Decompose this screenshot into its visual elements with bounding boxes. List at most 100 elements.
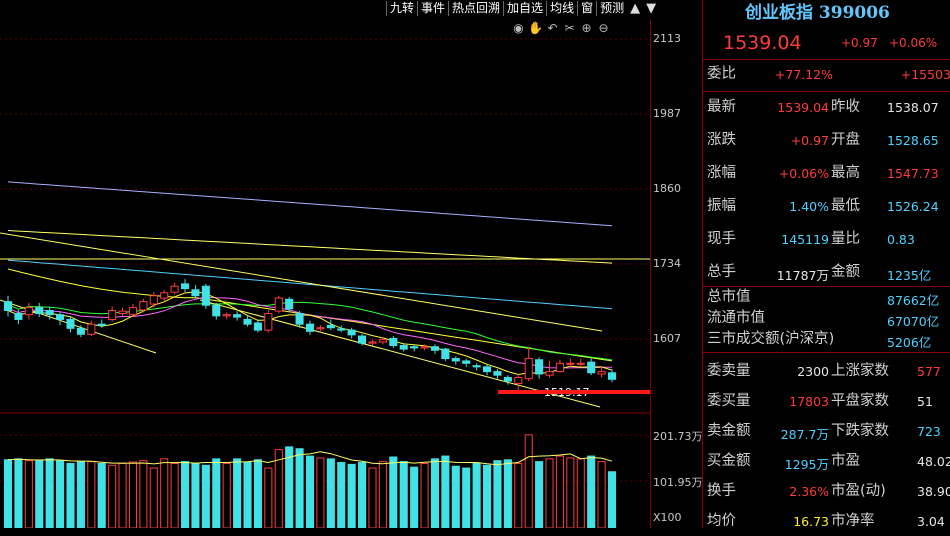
quote-value: 1.40% bbox=[789, 199, 829, 214]
webi-label: 委比 bbox=[707, 66, 736, 82]
undo-icon[interactable]: ↶ bbox=[544, 20, 561, 37]
volume-bar bbox=[87, 461, 96, 528]
market-row: 三市成交额(沪深京) bbox=[707, 329, 834, 349]
candle-body bbox=[139, 301, 148, 311]
stat-label: 委卖量 bbox=[707, 363, 751, 379]
stat-value-2: 51 bbox=[917, 394, 933, 409]
stat-row: 换手 bbox=[707, 476, 736, 506]
volume-bar bbox=[472, 462, 481, 528]
quote-value-2: 1526.24 bbox=[887, 199, 939, 214]
candle-body bbox=[587, 361, 596, 374]
zoom-out-icon[interactable]: ⊖ bbox=[595, 20, 612, 37]
volume-bar bbox=[358, 462, 367, 528]
candle-body bbox=[14, 313, 23, 320]
price-axis-tick: 2113 bbox=[653, 32, 681, 45]
volume-bar bbox=[347, 463, 356, 528]
chart-toolbar: 九转 事件 热点回溯 加自选 均线窗预测 ▲ ▼ bbox=[386, 0, 659, 17]
volume-bar bbox=[378, 461, 387, 528]
candle-body bbox=[76, 327, 85, 335]
candle-body bbox=[222, 314, 231, 317]
hand-icon[interactable]: ✋ bbox=[527, 20, 544, 37]
quote-row: 现手 bbox=[707, 224, 736, 254]
stat-row: 买金额 bbox=[707, 446, 751, 476]
quote-value: +0.06% bbox=[778, 166, 829, 181]
ma120-line bbox=[7, 230, 613, 264]
stat-label-2: 市净率 bbox=[831, 513, 875, 529]
stat-row: 均价 bbox=[707, 506, 736, 536]
toolbar-item-5[interactable]: 窗 bbox=[577, 1, 596, 16]
volume-bar bbox=[493, 460, 502, 528]
volume-axis-tick: 201.73万 bbox=[653, 430, 703, 443]
stat-value-2: 577 bbox=[917, 364, 941, 379]
candle-body bbox=[274, 297, 283, 312]
stat-value-2: 3.04 bbox=[917, 514, 945, 529]
webi-value: +77.12% bbox=[774, 67, 833, 82]
toolbar-item-4[interactable]: 均线 bbox=[546, 1, 577, 16]
quote-label: 总手 bbox=[707, 264, 736, 280]
candle-body bbox=[555, 362, 564, 373]
candle-body bbox=[87, 323, 96, 335]
kline-chart[interactable]: 1519.17 bbox=[0, 0, 650, 528]
candle-body bbox=[597, 371, 606, 375]
quote-label-2: 金额 bbox=[831, 264, 860, 280]
zoom-in-icon[interactable]: ⊕ bbox=[578, 20, 595, 37]
candle-body bbox=[180, 283, 190, 290]
volume-bar bbox=[170, 462, 179, 528]
toolbar-item-6[interactable]: 预测 bbox=[596, 1, 627, 16]
toolbar-item-1[interactable]: 事件 bbox=[417, 1, 448, 16]
toolbar-item-0[interactable]: 九转 bbox=[386, 1, 417, 16]
stat-label-2: 上涨家数 bbox=[831, 363, 889, 379]
volume-bar bbox=[295, 448, 304, 528]
kline-chart-area[interactable]: 1519.17 九转事件热点回溯加自选均线窗预测▲▼ ◉✋↶✂⊕⊖ bbox=[0, 0, 656, 528]
market-label: 总市值 bbox=[707, 289, 751, 305]
scroll-up-button[interactable]: ▲ bbox=[627, 1, 643, 16]
volume-bar bbox=[545, 458, 554, 528]
volume-bar bbox=[201, 464, 210, 528]
candle-body bbox=[253, 322, 262, 331]
toolbar-item-3[interactable]: 加自选 bbox=[503, 1, 546, 16]
volume-bar bbox=[535, 461, 544, 528]
toolbar-item-2[interactable]: 热点回溯 bbox=[448, 1, 503, 16]
volume-bar bbox=[45, 458, 54, 528]
candle-body bbox=[285, 298, 294, 310]
candle-body bbox=[545, 371, 554, 376]
price-change-pct: +0.06% bbox=[889, 35, 938, 50]
volume-bar bbox=[430, 458, 440, 528]
market-value: 5206亿 bbox=[887, 335, 932, 350]
candle-body bbox=[97, 323, 106, 326]
quote-label-2: 最高 bbox=[831, 165, 860, 181]
quote-label: 涨跌 bbox=[707, 132, 736, 148]
candle-body bbox=[337, 328, 346, 331]
stat-label: 卖金额 bbox=[707, 423, 751, 439]
stat-value: 2.36% bbox=[789, 484, 829, 499]
candle-body bbox=[191, 289, 200, 297]
eye-icon[interactable]: ◉ bbox=[510, 20, 527, 37]
candle-body bbox=[410, 346, 419, 349]
volume-bar bbox=[399, 461, 408, 528]
candle-body bbox=[503, 377, 512, 382]
volume-bar bbox=[264, 467, 273, 528]
candle-body bbox=[566, 362, 575, 365]
stat-value-2: 48.02 bbox=[917, 454, 950, 469]
chart-view-icons: ◉ ✋ ↶ ✂ ⊕ ⊖ bbox=[510, 20, 612, 37]
volume-bar bbox=[514, 462, 523, 528]
price-row: 1539.04 +0.97 +0.06% bbox=[703, 26, 950, 60]
candle-body bbox=[399, 345, 408, 350]
candle-body bbox=[66, 318, 75, 329]
volume-bar bbox=[243, 462, 252, 528]
webi-diff: +15503 bbox=[900, 67, 950, 82]
volume-bar bbox=[576, 458, 585, 528]
volume-bar bbox=[410, 466, 419, 528]
volume-bar bbox=[118, 462, 127, 528]
candle-body bbox=[482, 366, 492, 373]
candle-body bbox=[535, 359, 544, 375]
scroll-down-button[interactable]: ▼ bbox=[643, 1, 659, 16]
candle-body bbox=[441, 348, 450, 360]
scissors-icon[interactable]: ✂ bbox=[561, 20, 578, 37]
quote-value-2: 0.83 bbox=[887, 232, 915, 247]
market-row: 流通市值 bbox=[707, 308, 765, 328]
candle-body bbox=[24, 307, 33, 316]
volume-bar bbox=[389, 456, 398, 528]
volume-bar bbox=[326, 458, 335, 528]
candle-body bbox=[326, 324, 335, 329]
